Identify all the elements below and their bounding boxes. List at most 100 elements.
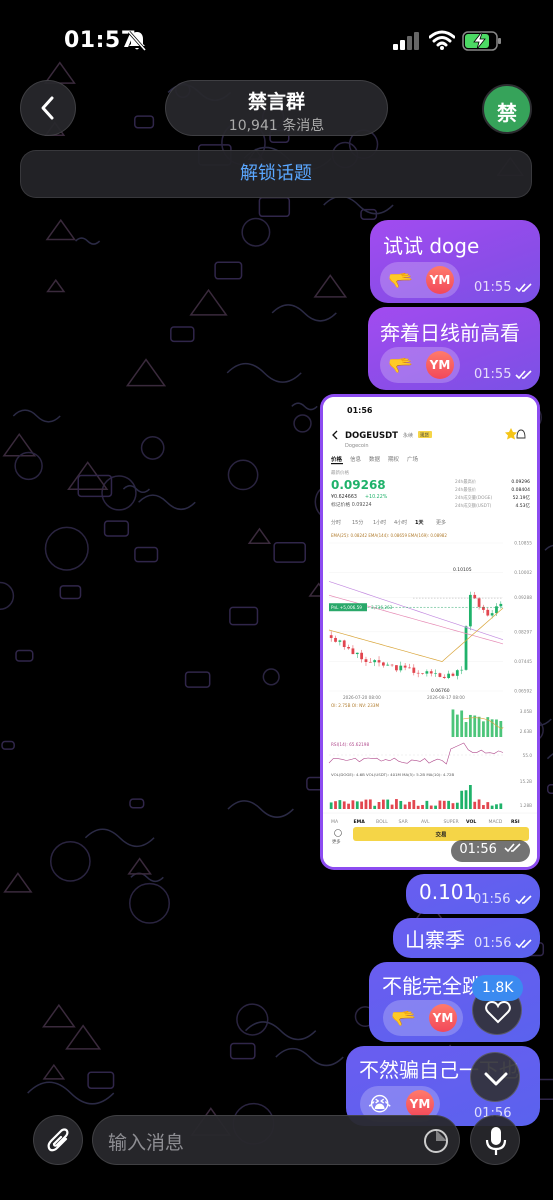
wallpaper-doodle	[101, 475, 137, 511]
wallpaper-doodle	[127, 857, 152, 875]
message-bubble[interactable]: 试试 doge 🫳 YM 01:55	[370, 220, 540, 303]
wallpaper-doodle	[271, 304, 337, 322]
wallpaper-doodle	[103, 520, 130, 537]
wallpaper-doodle	[184, 671, 211, 688]
wallpaper-doodle	[229, 606, 259, 626]
candle-body	[425, 671, 429, 674]
wallpaper-doodle	[44, 526, 89, 571]
message-text: 0.101	[419, 880, 477, 904]
wallpaper-doodle	[189, 288, 228, 316]
volume-bar	[408, 801, 411, 809]
wallpaper-doodle	[75, 237, 101, 245]
wallpaper-doodle	[546, 783, 553, 794]
volume-bar	[399, 800, 403, 809]
wallpaper-doodle	[125, 358, 167, 387]
wallpaper-doodle	[138, 494, 196, 511]
spot-tag: 现货	[420, 432, 429, 439]
volume-bar	[347, 803, 350, 809]
reaction-emoji: 🫳	[388, 268, 413, 292]
reaction-chip[interactable]: 🫳 YM	[380, 262, 460, 298]
stat-value: 0.09296	[511, 479, 530, 485]
indicator-tab: AVL	[421, 819, 430, 825]
message-bubble[interactable]: 奔着日线前高看 🫳 YM 01:55	[368, 307, 540, 390]
oi-bar	[477, 716, 481, 737]
mute-bell-icon	[127, 31, 147, 51]
trading-screenshot[interactable]: 01:56 DOGEUSDT 永续 现货 Dogecoin 价格 信息 数据 期权 广场 最新价格 0…	[323, 397, 537, 867]
candle-body	[429, 671, 433, 674]
candle-body	[499, 603, 503, 607]
message-bubble[interactable]: 0.101 01:56	[406, 874, 540, 914]
battery-charging-icon	[462, 31, 501, 51]
voice-record-button[interactable]	[470, 1115, 520, 1165]
reaction-user-avatar: YM	[426, 266, 454, 294]
group-avatar[interactable]: 禁	[482, 84, 532, 134]
pair-subtitle: Dogecoin	[345, 443, 369, 449]
candle-body	[451, 673, 455, 676]
stat-label: 24h最低价	[455, 486, 477, 493]
volume-bar	[438, 800, 442, 809]
wallpaper-doodle	[134, 546, 159, 563]
scroll-down-button[interactable]	[470, 1052, 520, 1102]
stat-value: 4.53亿	[515, 502, 530, 509]
volume-bar	[451, 803, 455, 809]
wallpaper-doodle	[87, 1071, 115, 1089]
wallpaper-doodle	[214, 261, 243, 280]
attach-button[interactable]	[33, 1115, 83, 1165]
message-text: 奔着日线前高看	[380, 321, 520, 345]
interval-tab: 1小时	[373, 519, 386, 526]
reaction-chip[interactable]: 🫳 YM	[383, 1000, 463, 1036]
volume-bar	[373, 805, 377, 809]
volume-bar	[447, 800, 451, 809]
indicator-tab: SAR	[399, 819, 409, 825]
y-tick-label: 0.09288	[514, 595, 532, 601]
volume-bar	[355, 801, 359, 809]
wallpaper-doodle	[42, 1063, 66, 1080]
wallpaper-doodle	[313, 274, 348, 298]
unlock-topic-button[interactable]: 解锁话题	[20, 150, 532, 198]
y-tick-label: 0.10002	[514, 570, 532, 576]
status-time: 01:57	[64, 28, 137, 53]
candle-body	[381, 662, 385, 666]
cellular-signal-icon	[393, 32, 419, 50]
wallpaper-doodle	[1, 740, 15, 750]
volume-bar	[364, 799, 368, 809]
message-time: 01:56	[473, 892, 511, 907]
vol-tick: 15.2B	[520, 779, 532, 784]
wallpaper-doodle	[12, 409, 61, 423]
message-bubble[interactable]: 山寨季 01:56	[393, 918, 540, 958]
reaction-count-badge: 1.8K	[472, 975, 524, 1001]
volume-bar	[412, 800, 416, 809]
reaction-user-avatar: YM	[429, 1004, 457, 1032]
image-time-pill: 01:56	[451, 840, 530, 862]
ema-legend: EMA(25): 0.08242 EMA(144): 0.08659 EMA(1…	[331, 533, 447, 538]
stat-value: 52.19亿	[513, 494, 531, 501]
high-label: 0.10105	[453, 567, 472, 573]
candle-body	[447, 673, 451, 678]
last-price: 0.09268	[331, 478, 386, 492]
y-tick-label: 0.07445	[514, 659, 532, 665]
mark-price: 标记价格 0.09224	[331, 501, 372, 508]
wallpaper-doodle	[291, 402, 318, 411]
interval-tab: 15分	[352, 519, 363, 526]
volume-bar	[421, 804, 424, 809]
microphone-icon	[485, 1127, 507, 1155]
candle-body	[421, 673, 424, 674]
volume-bar	[377, 802, 381, 809]
volume-bar	[490, 805, 494, 809]
oi-tick: 3.05B	[520, 709, 532, 714]
oi-bar	[499, 721, 503, 737]
reaction-chip[interactable]: 🫳 YM	[380, 347, 460, 383]
stat-label: 24h成交量(DOGE)	[455, 494, 492, 501]
candle-body	[338, 640, 342, 642]
wallpaper-doodle	[546, 753, 553, 760]
sticker-icon[interactable]	[423, 1128, 449, 1154]
candle-body	[329, 635, 333, 638]
candle-body	[342, 640, 346, 648]
message-input[interactable]: 输入消息	[92, 1115, 460, 1165]
candle-body	[360, 652, 364, 660]
indicator-tab: MACD	[489, 819, 503, 825]
back-button[interactable]	[20, 80, 76, 136]
chat-title-pill[interactable]: 禁言群 10,941 条消息	[165, 80, 388, 136]
candle-body	[486, 609, 490, 616]
image-message[interactable]: 01:56 DOGEUSDT 永续 现货 Dogecoin 价格 信息 数据 期权 广场 最新价格 0…	[320, 394, 540, 870]
